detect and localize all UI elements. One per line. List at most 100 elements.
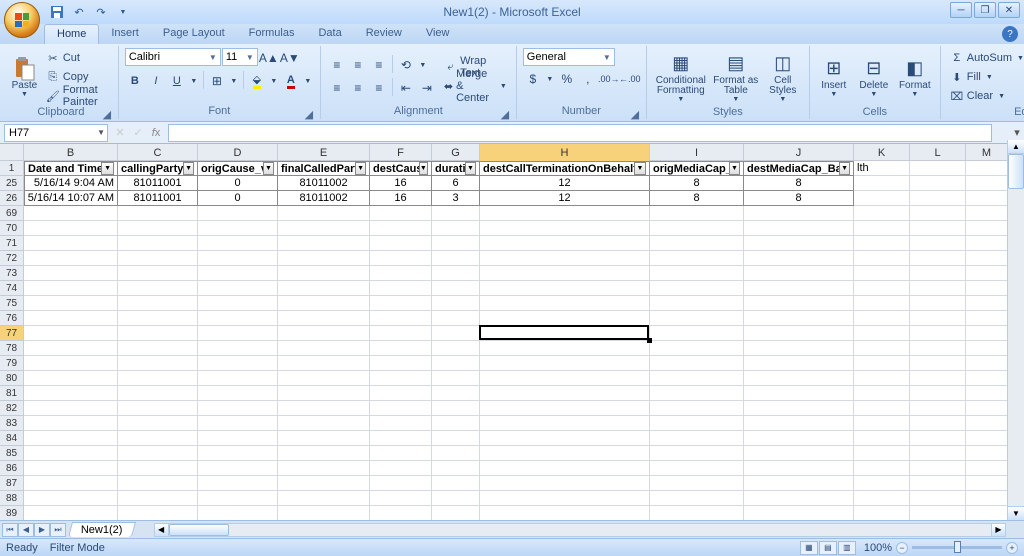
cell[interactable]: 0 — [198, 176, 278, 191]
cell[interactable] — [910, 401, 966, 416]
formula-input[interactable] — [168, 124, 992, 142]
cell[interactable] — [24, 371, 118, 386]
cell[interactable] — [910, 191, 966, 206]
cell[interactable] — [370, 341, 432, 356]
comma-icon[interactable]: , — [578, 69, 598, 89]
cut-button[interactable]: ✂Cut — [43, 50, 112, 67]
sheet-next-icon[interactable]: ▶ — [34, 523, 50, 537]
cell[interactable]: 12 — [480, 176, 650, 191]
cell[interactable]: 81011002 — [278, 176, 370, 191]
cell[interactable] — [24, 386, 118, 401]
row-header[interactable]: 70 — [0, 221, 23, 236]
cell[interactable] — [910, 311, 966, 326]
cell[interactable] — [910, 491, 966, 506]
cell[interactable] — [278, 386, 370, 401]
cell[interactable]: duratic▼ — [432, 161, 480, 176]
grow-font-icon[interactable]: A▲ — [259, 48, 279, 68]
cell[interactable] — [24, 461, 118, 476]
cell[interactable] — [432, 311, 480, 326]
indent-inc-icon[interactable]: ⇥ — [417, 78, 437, 98]
row-header[interactable]: 84 — [0, 431, 23, 446]
cell[interactable] — [854, 326, 910, 341]
cell[interactable] — [432, 461, 480, 476]
cell[interactable] — [198, 431, 278, 446]
insert-cells-button[interactable]: ⊞Insert▼ — [816, 48, 852, 106]
office-button[interactable] — [4, 2, 40, 38]
cell[interactable]: 0 — [198, 191, 278, 206]
cell[interactable] — [370, 476, 432, 491]
cell[interactable]: destCallTerminationOnBehalfOf▼ — [480, 161, 650, 176]
zoom-in-icon[interactable]: + — [1006, 542, 1018, 554]
indent-dec-icon[interactable]: ⇤ — [396, 78, 416, 98]
cell[interactable] — [744, 311, 854, 326]
cell[interactable] — [278, 281, 370, 296]
row-header[interactable]: 77 — [0, 326, 23, 341]
row-header[interactable]: 78 — [0, 341, 23, 356]
expand-formula-icon[interactable]: ▾ — [1010, 126, 1024, 139]
cell[interactable] — [24, 446, 118, 461]
cell[interactable] — [480, 236, 650, 251]
cell[interactable] — [480, 296, 650, 311]
cell[interactable] — [278, 221, 370, 236]
cell[interactable]: 5/16/14 10:07 AM — [24, 191, 118, 206]
cell[interactable] — [744, 251, 854, 266]
row-header[interactable]: 72 — [0, 251, 23, 266]
cell[interactable] — [278, 206, 370, 221]
cell[interactable] — [966, 476, 1008, 491]
cell[interactable] — [118, 476, 198, 491]
cell[interactable] — [198, 446, 278, 461]
cell[interactable] — [24, 506, 118, 520]
cell[interactable] — [118, 386, 198, 401]
number-format-combo[interactable]: General▼ — [523, 48, 615, 66]
cell[interactable] — [198, 371, 278, 386]
cell[interactable] — [480, 506, 650, 520]
cell[interactable] — [854, 401, 910, 416]
launcher-icon[interactable]: ◢ — [630, 108, 640, 118]
cell[interactable] — [966, 176, 1008, 191]
cell[interactable] — [744, 356, 854, 371]
cell[interactable] — [854, 311, 910, 326]
cell[interactable] — [966, 191, 1008, 206]
row-header[interactable]: 1 — [0, 161, 23, 176]
cell[interactable] — [854, 176, 910, 191]
cell[interactable] — [118, 446, 198, 461]
cell[interactable] — [854, 206, 910, 221]
help-icon[interactable]: ? — [1002, 26, 1018, 42]
cell[interactable] — [118, 371, 198, 386]
cell[interactable] — [910, 446, 966, 461]
cell[interactable] — [118, 401, 198, 416]
cell[interactable] — [910, 386, 966, 401]
cell[interactable] — [118, 221, 198, 236]
cell[interactable] — [198, 401, 278, 416]
cell[interactable] — [744, 386, 854, 401]
cell[interactable] — [480, 326, 650, 341]
tab-view[interactable]: View — [414, 24, 462, 44]
cell[interactable]: 8 — [650, 191, 744, 206]
cell[interactable] — [910, 416, 966, 431]
cell[interactable] — [650, 311, 744, 326]
cell[interactable] — [198, 251, 278, 266]
row-header[interactable]: 26 — [0, 191, 23, 206]
minimize-button[interactable]: ─ — [950, 2, 972, 18]
cell[interactable]: destMediaCap_Bandw▼ — [744, 161, 854, 176]
col-header-C[interactable]: C — [118, 144, 198, 161]
fill-button[interactable]: ⬇Fill▼ — [947, 69, 1024, 86]
delete-cells-button[interactable]: ⊟Delete▼ — [856, 48, 892, 106]
cell[interactable]: origMediaCap_Ba▼ — [650, 161, 744, 176]
cell[interactable]: 81011002 — [278, 191, 370, 206]
row-header[interactable]: 71 — [0, 236, 23, 251]
cell[interactable] — [650, 236, 744, 251]
cell[interactable] — [744, 206, 854, 221]
cell[interactable] — [24, 401, 118, 416]
cell[interactable] — [198, 506, 278, 520]
tab-insert[interactable]: Insert — [99, 24, 151, 44]
cell[interactable] — [198, 236, 278, 251]
cell[interactable] — [198, 341, 278, 356]
cell[interactable] — [278, 476, 370, 491]
name-box[interactable]: H77▼ — [4, 124, 108, 142]
launcher-icon[interactable]: ◢ — [102, 108, 112, 118]
cell[interactable]: 8 — [744, 176, 854, 191]
underline-icon[interactable]: U — [167, 71, 187, 91]
cell[interactable] — [118, 311, 198, 326]
cell[interactable] — [650, 401, 744, 416]
